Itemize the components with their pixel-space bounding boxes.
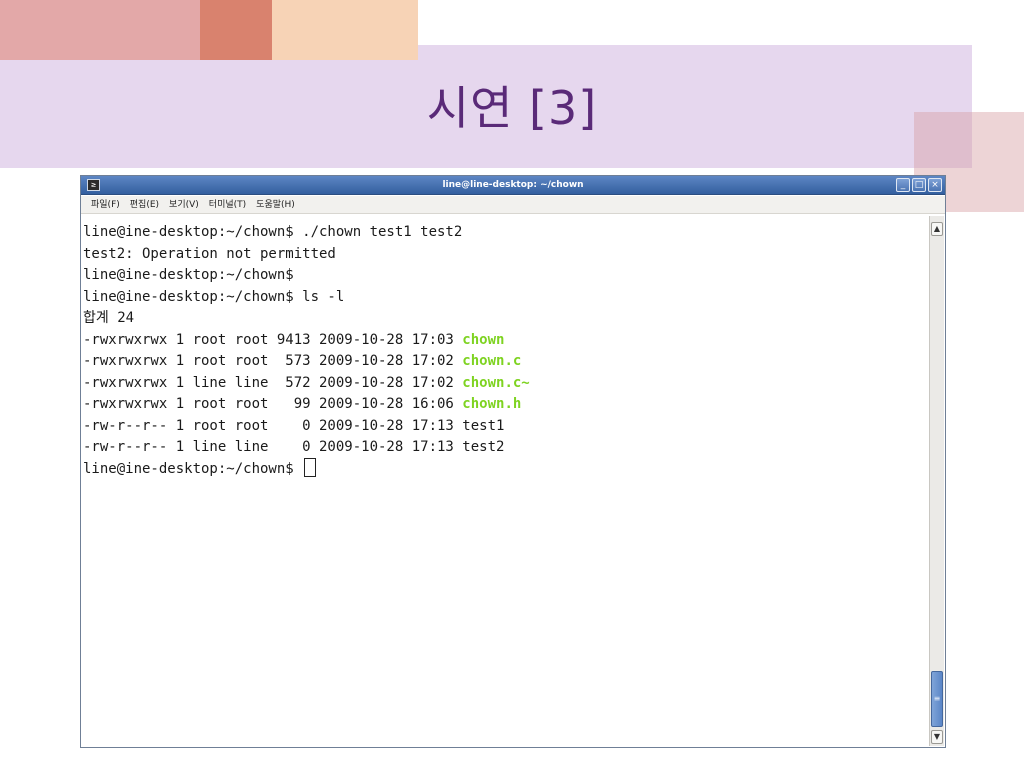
listing-meta: -rw-r--r-- 1 line line 0 2009-10-28 17:1… <box>83 439 463 455</box>
listing-filename: chown.c~ <box>462 374 530 391</box>
vertical-scrollbar[interactable]: ▲ ≡ ▼ <box>929 216 944 746</box>
listing-meta: -rwxrwxrwx 1 root root 573 2009-10-28 17… <box>83 353 463 369</box>
decor-block-red <box>200 0 272 60</box>
listing-meta: -rw-r--r-- 1 root root 0 2009-10-28 17:1… <box>83 417 463 434</box>
scroll-thumb[interactable]: ≡ <box>931 671 943 727</box>
text-cursor <box>304 458 317 477</box>
listing-meta: -rwxrwxrwx 1 root root 99 2009-10-28 16:… <box>83 396 463 412</box>
terminal-prompt: line@ine-desktop:~/chown$ <box>83 460 294 477</box>
listing-meta: -rwxrwxrwx 1 line line 572 2009-10-28 17… <box>83 374 463 391</box>
listing-filename: chown <box>462 331 505 348</box>
listing-row: -rwxrwxrwx 1 root root 573 2009-10-28 17… <box>83 351 927 373</box>
window-titlebar[interactable]: ≥ line@line-desktop: ~/chown _ □ × <box>81 176 945 195</box>
menu-view[interactable]: 보기(V) <box>169 196 199 214</box>
terminal-line: test2: Operation not permitted <box>83 245 336 262</box>
menu-bar: 파일(F) 편집(E) 보기(V) 터미널(T) 도움말(H) <box>81 196 945 214</box>
listing-meta: -rwxrwxrwx 1 root root 9413 2009-10-28 1… <box>83 331 463 348</box>
listing-filename: chown.c <box>462 353 522 369</box>
listing-row: -rw-r--r-- 1 line line 0 2009-10-28 17:1… <box>83 437 927 459</box>
terminal-line: line@ine-desktop:~/chown$ ls -l <box>83 288 345 305</box>
listing-filename: chown.h <box>462 396 522 412</box>
listing-filename: test2 <box>462 439 505 455</box>
decor-block-peach <box>272 0 418 60</box>
menu-file[interactable]: 파일(F) <box>91 196 120 214</box>
menu-terminal[interactable]: 터미널(T) <box>209 196 246 214</box>
terminal-line: line@ine-desktop:~/chown$ <box>83 267 294 283</box>
terminal-line: line@ine-desktop:~/chown$ ./chown test1 … <box>83 224 463 240</box>
scroll-up-icon[interactable]: ▲ <box>931 222 943 236</box>
terminal-line: 합계 24 <box>83 310 135 326</box>
maximize-button[interactable]: □ <box>912 178 926 192</box>
window-title: line@line-desktop: ~/chown <box>442 180 584 190</box>
close-button[interactable]: × <box>928 178 942 192</box>
slide-title: 시연 [3] <box>426 81 598 135</box>
window-controls: _ □ × <box>896 178 942 192</box>
terminal-window: ≥ line@line-desktop: ~/chown _ □ × 파일(F)… <box>80 175 946 748</box>
terminal-output[interactable]: line@ine-desktop:~/chown$ ./chown test1 … <box>83 216 927 746</box>
minimize-button[interactable]: _ <box>896 178 910 192</box>
menu-help[interactable]: 도움말(H) <box>256 196 295 214</box>
menu-edit[interactable]: 편집(E) <box>130 196 159 214</box>
listing-row: -rwxrwxrwx 1 line line 572 2009-10-28 17… <box>83 373 927 395</box>
listing-filename: test1 <box>462 417 505 434</box>
listing-row: -rw-r--r-- 1 root root 0 2009-10-28 17:1… <box>83 416 927 438</box>
listing-row: -rwxrwxrwx 1 root root 99 2009-10-28 16:… <box>83 394 927 416</box>
listing-row: -rwxrwxrwx 1 root root 9413 2009-10-28 1… <box>83 330 927 352</box>
terminal-prompt-line[interactable]: line@ine-desktop:~/chown$ <box>83 458 927 481</box>
scroll-down-icon[interactable]: ▼ <box>931 730 943 744</box>
